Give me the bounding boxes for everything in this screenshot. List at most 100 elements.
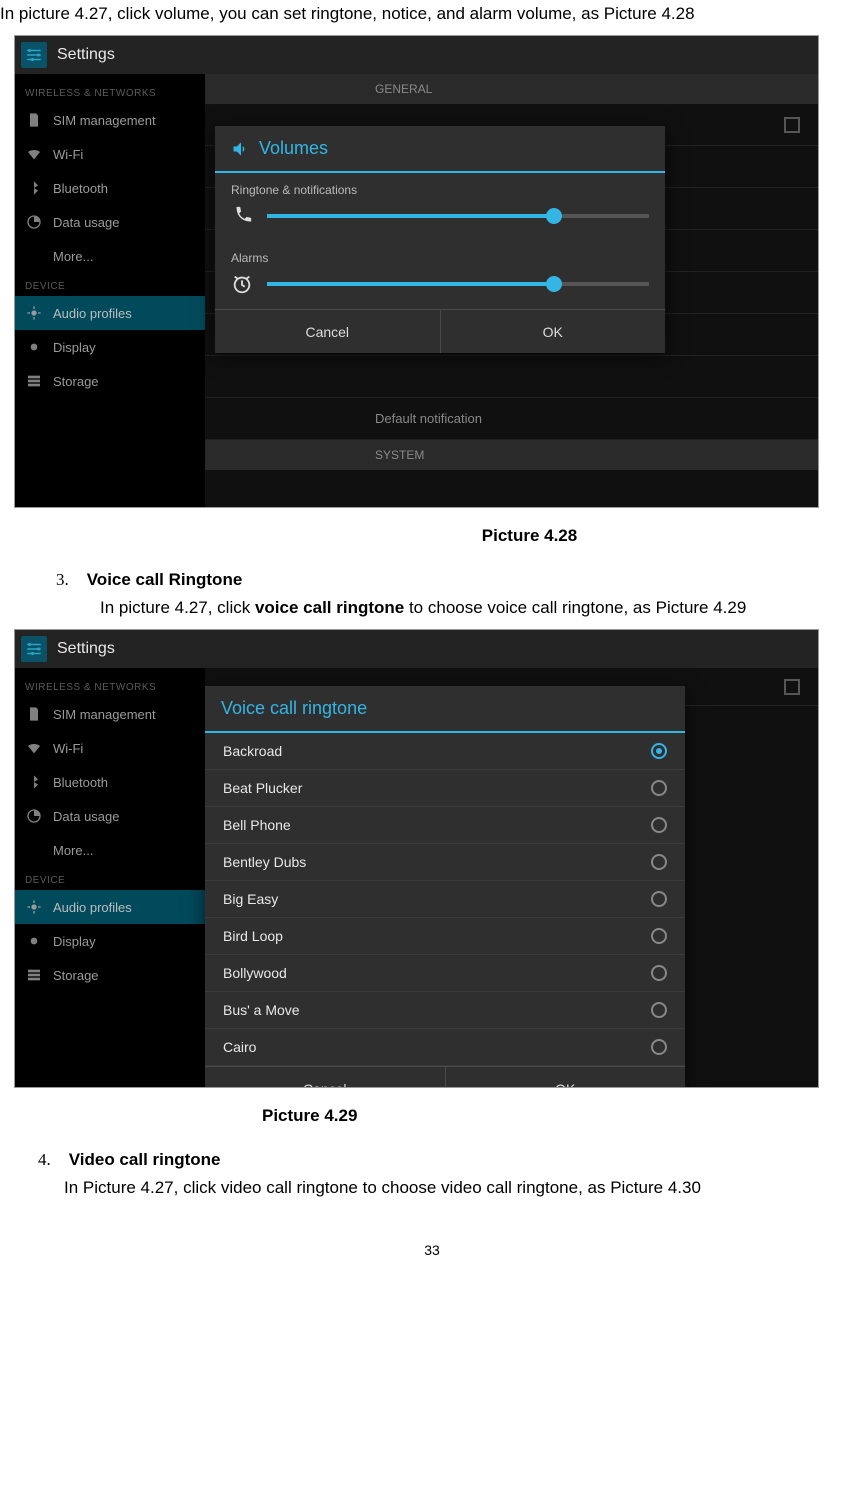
radio-button[interactable] [651, 928, 667, 944]
pane-section-general: GENERAL [205, 74, 818, 104]
sidebar-item-display[interactable]: Display [15, 924, 205, 958]
ringtone-item[interactable]: Backroad [205, 733, 685, 770]
volume-label-alarms: Alarms [215, 241, 665, 269]
radio-button[interactable] [651, 817, 667, 833]
sidebar-label: Display [53, 340, 96, 355]
volume-icon [231, 139, 251, 159]
ringtone-item[interactable]: Bentley Dubs [205, 844, 685, 881]
radio-button[interactable] [651, 743, 667, 759]
ok-button[interactable]: OK [440, 310, 666, 353]
pane-row[interactable] [205, 356, 818, 398]
sidebar-item-display[interactable]: Display [15, 330, 205, 364]
sidebar-header-wireless: WIRELESS & NETWORKS [15, 674, 205, 697]
toggle-box[interactable] [784, 679, 800, 695]
text-bold: voice call ringtone [255, 598, 404, 617]
dialog-buttons: Cancel OK [205, 1066, 685, 1088]
sidebar-label: Display [53, 934, 96, 949]
display-icon [25, 932, 43, 950]
radio-button[interactable] [651, 1002, 667, 1018]
sidebar-item-more[interactable]: More... [15, 239, 205, 273]
app-title: Settings [57, 46, 115, 64]
data-icon [25, 807, 43, 825]
sim-icon [25, 705, 43, 723]
alarm-icon [231, 273, 253, 295]
sidebar-item-bluetooth[interactable]: Bluetooth [15, 765, 205, 799]
ringtone-dialog: Voice call ringtone Backroad Beat Plucker… [205, 686, 685, 1088]
cancel-button[interactable]: Cancel [205, 1067, 445, 1088]
list-heading: Voice call Ringtone [87, 570, 243, 589]
list-item-3-body: In picture 4.27, click voice call ringto… [100, 594, 864, 621]
ringtone-item[interactable]: Beat Plucker [205, 770, 685, 807]
sidebar-label: Storage [53, 374, 99, 389]
text: In picture 4.27, click [100, 598, 255, 617]
sidebar-label: Wi-Fi [53, 147, 83, 162]
sidebar-item-audio[interactable]: Audio profiles [15, 296, 205, 330]
radio-button[interactable] [651, 965, 667, 981]
ringtone-label: Backroad [223, 743, 282, 759]
list-item-4: 4. Video call ringtone [38, 1150, 864, 1170]
ringtone-label: Bollywood [223, 965, 287, 981]
ringtone-item[interactable]: Bell Phone [205, 807, 685, 844]
radio-button[interactable] [651, 854, 667, 870]
sidebar-item-wifi[interactable]: Wi-Fi [15, 731, 205, 765]
ringtone-item[interactable]: Bird Loop [205, 918, 685, 955]
sidebar-header-device: DEVICE [15, 867, 205, 890]
sidebar-label: Data usage [53, 215, 120, 230]
dialog-title-text: Voice call ringtone [221, 698, 367, 719]
sidebar-item-bluetooth[interactable]: Bluetooth [15, 171, 205, 205]
sidebar-item-wifi[interactable]: Wi-Fi [15, 137, 205, 171]
sidebar-item-sim[interactable]: SIM management [15, 697, 205, 731]
screenshot-4-28: Settings WIRELESS & NETWORKS SIM managem… [14, 35, 819, 508]
ringtone-label: Bird Loop [223, 928, 283, 944]
sidebar-header-wireless: WIRELESS & NETWORKS [15, 80, 205, 103]
ringtone-item[interactable]: Cairo [205, 1029, 685, 1066]
ringtone-label: Bell Phone [223, 817, 291, 833]
pane-section-system: SYSTEM [205, 440, 818, 470]
sidebar-label: Bluetooth [53, 775, 108, 790]
data-icon [25, 213, 43, 231]
sidebar-header-device: DEVICE [15, 273, 205, 296]
storage-icon [25, 372, 43, 390]
radio-button[interactable] [651, 891, 667, 907]
settings-app-icon [21, 42, 47, 68]
pane-row-defnot[interactable]: Default notification [205, 398, 818, 440]
app-topbar: Settings [15, 630, 818, 668]
sidebar-item-audio[interactable]: Audio profiles [15, 890, 205, 924]
wifi-icon [25, 739, 43, 757]
ok-button[interactable]: OK [445, 1067, 686, 1088]
audio-icon [25, 304, 43, 322]
storage-icon [25, 966, 43, 984]
app-topbar: Settings [15, 36, 818, 74]
display-icon [25, 338, 43, 356]
ringtone-label: Big Easy [223, 891, 278, 907]
bluetooth-icon [25, 773, 43, 791]
list-heading: Video call ringtone [69, 1150, 221, 1169]
bluetooth-icon [25, 179, 43, 197]
sidebar-item-storage[interactable]: Storage [15, 364, 205, 398]
ringtone-list[interactable]: Backroad Beat Plucker Bell Phone Bentley Du… [205, 733, 685, 1066]
toggle-box[interactable] [784, 117, 800, 133]
sidebar-item-more[interactable]: More... [15, 833, 205, 867]
dialog-buttons: Cancel OK [215, 309, 665, 353]
volume-row-ringtone [215, 201, 665, 241]
sidebar-label: More... [53, 843, 93, 858]
sidebar-item-sim[interactable]: SIM management [15, 103, 205, 137]
sim-icon [25, 111, 43, 129]
sidebar-item-datausage[interactable]: Data usage [15, 205, 205, 239]
ringtone-item[interactable]: Big Easy [205, 881, 685, 918]
sidebar-label: Audio profiles [53, 900, 132, 915]
ringtone-item[interactable]: Bus' a Move [205, 992, 685, 1029]
radio-button[interactable] [651, 780, 667, 796]
blank-icon [25, 841, 43, 859]
ringtone-slider[interactable] [267, 214, 649, 218]
cancel-button[interactable]: Cancel [215, 310, 440, 353]
ringtone-item[interactable]: Bollywood [205, 955, 685, 992]
alarm-slider[interactable] [267, 282, 649, 286]
settings-sidebar: WIRELESS & NETWORKS SIM management Wi-Fi… [15, 74, 205, 507]
caption-4-28: Picture 4.28 [195, 526, 864, 546]
sidebar-item-storage[interactable]: Storage [15, 958, 205, 992]
radio-button[interactable] [651, 1039, 667, 1055]
volume-row-alarms [215, 269, 665, 309]
sidebar-item-datausage[interactable]: Data usage [15, 799, 205, 833]
list-item-3: 3. Voice call Ringtone [56, 570, 864, 590]
